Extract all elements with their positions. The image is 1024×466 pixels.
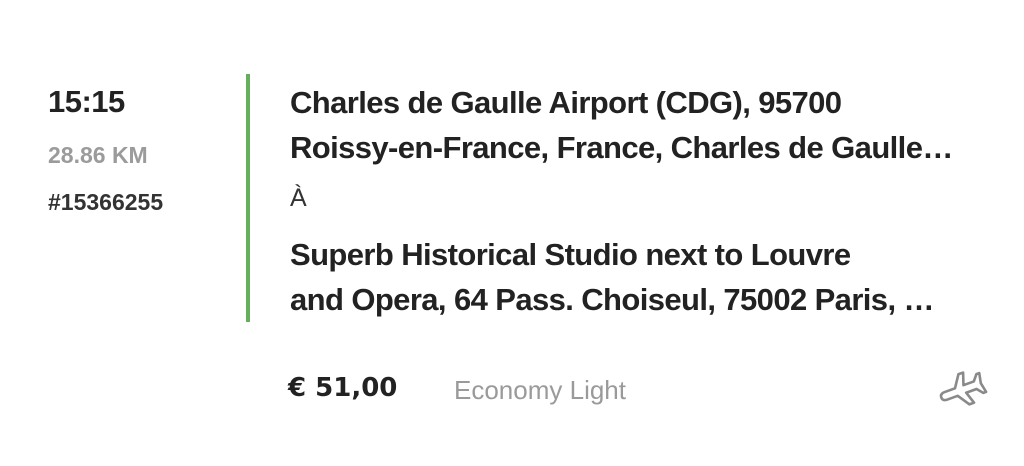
dropoff-address-line2: and Opera, 64 Pass. Choiseul, 75002 Pari… (290, 282, 934, 317)
ride-price: € 51,00 (288, 373, 398, 403)
airplane-icon (939, 371, 988, 406)
pickup-address-line2: Roissy-en-France, France, Charles de Gau… (290, 130, 953, 165)
vehicle-class: Economy Light (454, 375, 626, 405)
to-label: À (290, 184, 307, 212)
pickup-time: 15:15 (48, 84, 125, 119)
ride-card[interactable]: 15:15 28.86 KM #15366255 Charles de Gaul… (0, 0, 1024, 466)
booking-id: #15366255 (48, 189, 164, 215)
pickup-address-line1: Charles de Gaulle Airport (CDG), 95700 (290, 85, 842, 120)
dropoff-address: Superb Historical Studio next to Louvre … (290, 232, 990, 322)
dropoff-address-line1: Superb Historical Studio next to Louvre (290, 237, 851, 272)
ride-distance: 28.86 KM (48, 142, 148, 168)
route-divider (246, 74, 250, 322)
pickup-address: Charles de Gaulle Airport (CDG), 95700 R… (290, 80, 990, 170)
